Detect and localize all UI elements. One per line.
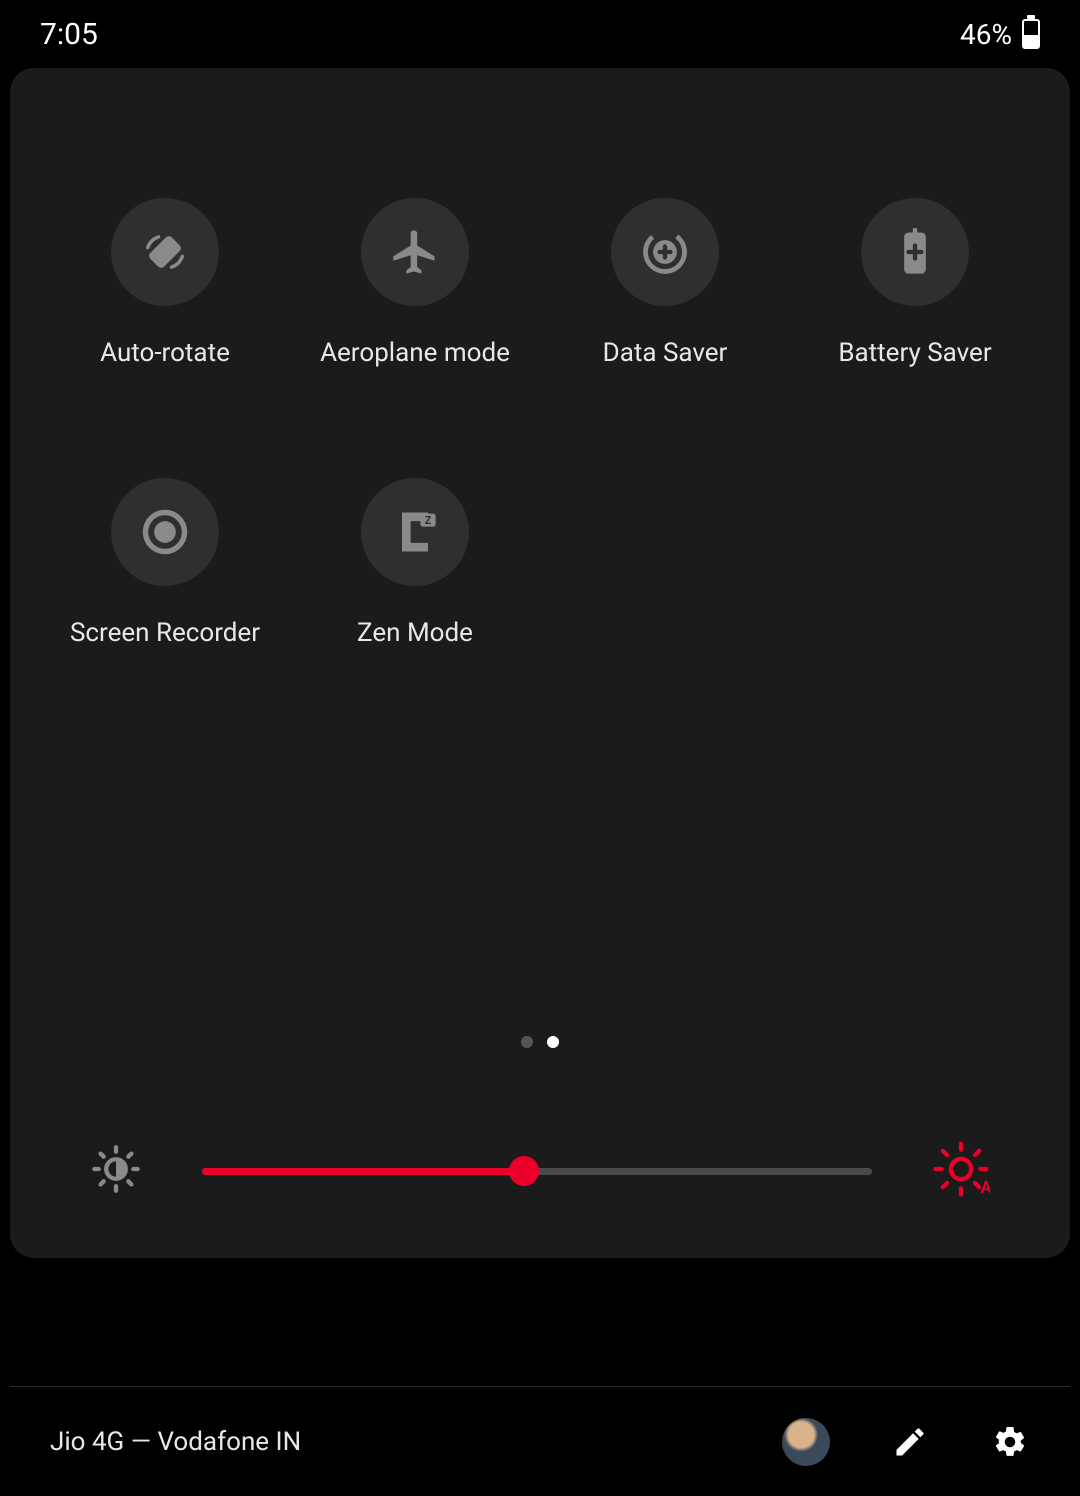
tile-label: Auto-rotate: [100, 338, 230, 368]
data-saver-icon: [611, 198, 719, 306]
zen-mode-icon: Z: [361, 478, 469, 586]
tile-screen-recorder[interactable]: Screen Recorder: [40, 478, 290, 648]
status-right: 46%: [960, 18, 1040, 51]
brightness-icon: [90, 1143, 142, 1199]
carrier-label: Jio 4G — Vodafone IN: [50, 1427, 782, 1457]
pencil-icon: [892, 1424, 928, 1460]
footer-bar: Jio 4G — Vodafone IN: [10, 1386, 1070, 1496]
screen-recorder-icon: [111, 478, 219, 586]
auto-rotate-icon: [111, 198, 219, 306]
user-avatar[interactable]: [782, 1418, 830, 1466]
svg-text:Z: Z: [425, 514, 432, 527]
tile-label: Aeroplane mode: [320, 338, 510, 368]
tile-label: Screen Recorder: [70, 618, 260, 648]
settings-button[interactable]: [990, 1422, 1030, 1462]
tile-zen-mode[interactable]: Z Zen Mode: [290, 478, 540, 648]
tile-auto-rotate[interactable]: Auto-rotate: [40, 198, 290, 368]
auto-brightness-button[interactable]: A: [932, 1140, 990, 1202]
battery-percent-label: 46%: [960, 18, 1012, 51]
brightness-slider[interactable]: [202, 1168, 872, 1175]
tile-battery-saver[interactable]: Battery Saver: [790, 198, 1040, 368]
tile-data-saver[interactable]: Data Saver: [540, 198, 790, 368]
battery-saver-icon: [861, 198, 969, 306]
tile-label: Battery Saver: [838, 338, 991, 368]
airplane-icon: [361, 198, 469, 306]
battery-fill: [1024, 35, 1038, 47]
page-dot-1[interactable]: [547, 1036, 559, 1048]
edit-button[interactable]: [890, 1422, 930, 1462]
battery-icon: [1022, 19, 1040, 49]
brightness-row: A: [10, 1140, 1070, 1202]
status-time: 7:05: [40, 17, 98, 52]
status-bar: 7:05 46%: [0, 0, 1080, 68]
tile-label: Data Saver: [603, 338, 728, 368]
page-indicator[interactable]: [10, 1036, 1070, 1048]
footer-icons: [782, 1418, 1030, 1466]
quick-settings-panel: Auto-rotate Aeroplane mode Data Saver Ba…: [10, 68, 1070, 1258]
tile-label: Zen Mode: [357, 618, 473, 648]
brightness-slider-thumb[interactable]: [509, 1156, 539, 1186]
page-dot-0[interactable]: [521, 1036, 533, 1048]
tile-aeroplane-mode[interactable]: Aeroplane mode: [290, 198, 540, 368]
brightness-slider-fill: [202, 1168, 524, 1175]
svg-text:A: A: [980, 1178, 990, 1198]
tiles-grid: Auto-rotate Aeroplane mode Data Saver Ba…: [10, 198, 1070, 648]
gear-icon: [992, 1424, 1028, 1460]
